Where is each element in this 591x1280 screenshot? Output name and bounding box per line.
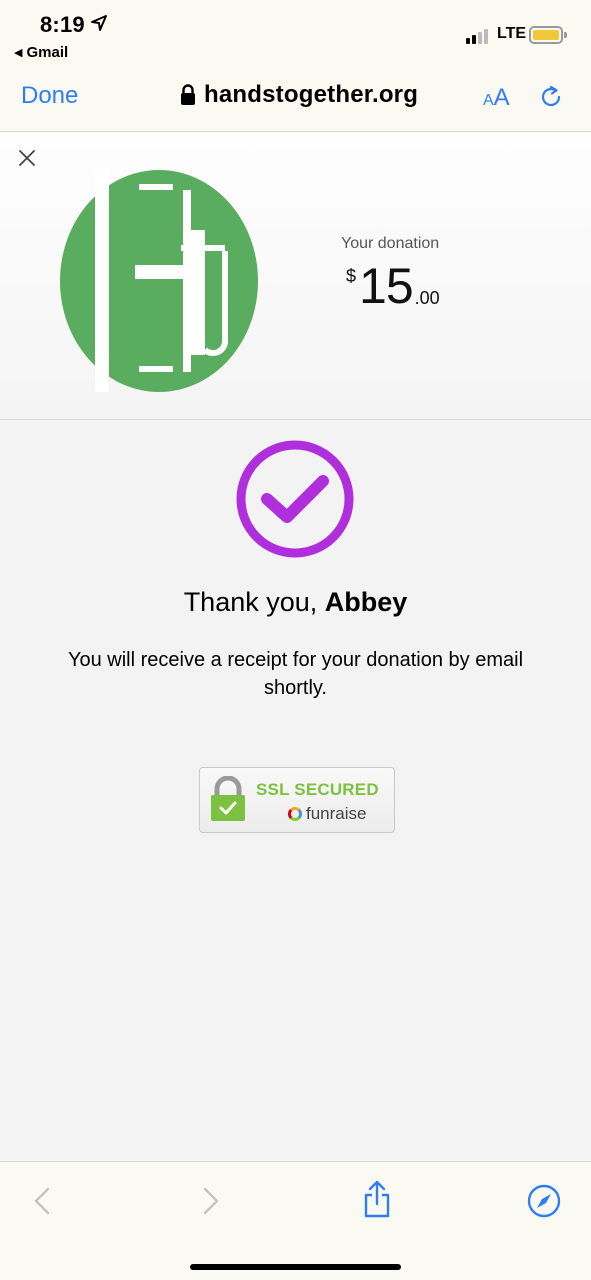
status-time: 8:19 (40, 12, 85, 37)
lock-icon (181, 84, 195, 105)
donation-card: Your donation $ 15 .00 Thank you, Abbey … (0, 131, 591, 1161)
amount-whole: 15 (359, 258, 414, 314)
donation-header: Your donation $ 15 .00 (0, 132, 591, 420)
aa-large: A (493, 84, 510, 111)
url-text: handstogether.org (204, 81, 419, 108)
thanks-prefix: Thank you, (183, 587, 325, 617)
browser-bottom-toolbar (0, 1161, 591, 1280)
forward-chevron-icon[interactable] (199, 1186, 223, 1216)
donor-name: Abbey (324, 587, 408, 617)
home-indicator (190, 1264, 401, 1270)
brand-text: funraise (306, 804, 367, 823)
back-triangle-icon: ◀ (14, 47, 23, 59)
close-icon[interactable] (17, 148, 37, 168)
aa-small: A (483, 92, 494, 109)
ssl-secured-badge: SSL SECURED funraise (199, 767, 395, 833)
back-to-app-button[interactable]: ◀ Gmail (14, 44, 68, 61)
success-check-icon (236, 440, 354, 558)
network-type: LTE (497, 25, 527, 42)
funraise-brand: funraise (288, 804, 366, 824)
hands-together-logo (60, 170, 258, 392)
donation-label: Your donation (341, 235, 440, 252)
share-icon[interactable] (362, 1180, 392, 1218)
padlock-icon (211, 776, 245, 821)
cellular-signal-icon (466, 28, 488, 44)
battery-cap (564, 32, 567, 38)
text-size-button[interactable]: AA (483, 84, 510, 112)
location-arrow-icon (91, 15, 107, 31)
back-chevron-icon[interactable] (30, 1186, 54, 1216)
done-button[interactable]: Done (21, 82, 78, 110)
donation-amount: $ 15 .00 (346, 258, 440, 314)
back-app-label: Gmail (26, 44, 69, 61)
ssl-text: SSL SECURED (256, 780, 379, 799)
battery-icon (529, 26, 563, 44)
thank-you-heading: Thank you, Abbey (0, 587, 591, 618)
compass-icon[interactable] (527, 1184, 561, 1218)
url-bar[interactable]: handstogether.org (180, 81, 418, 109)
reload-icon[interactable] (538, 84, 564, 110)
amount-cents: .00 (414, 288, 440, 308)
funraise-logo-icon (288, 807, 302, 821)
currency-symbol: $ (346, 266, 357, 286)
receipt-message: You will receive a receipt for your dona… (67, 649, 524, 699)
